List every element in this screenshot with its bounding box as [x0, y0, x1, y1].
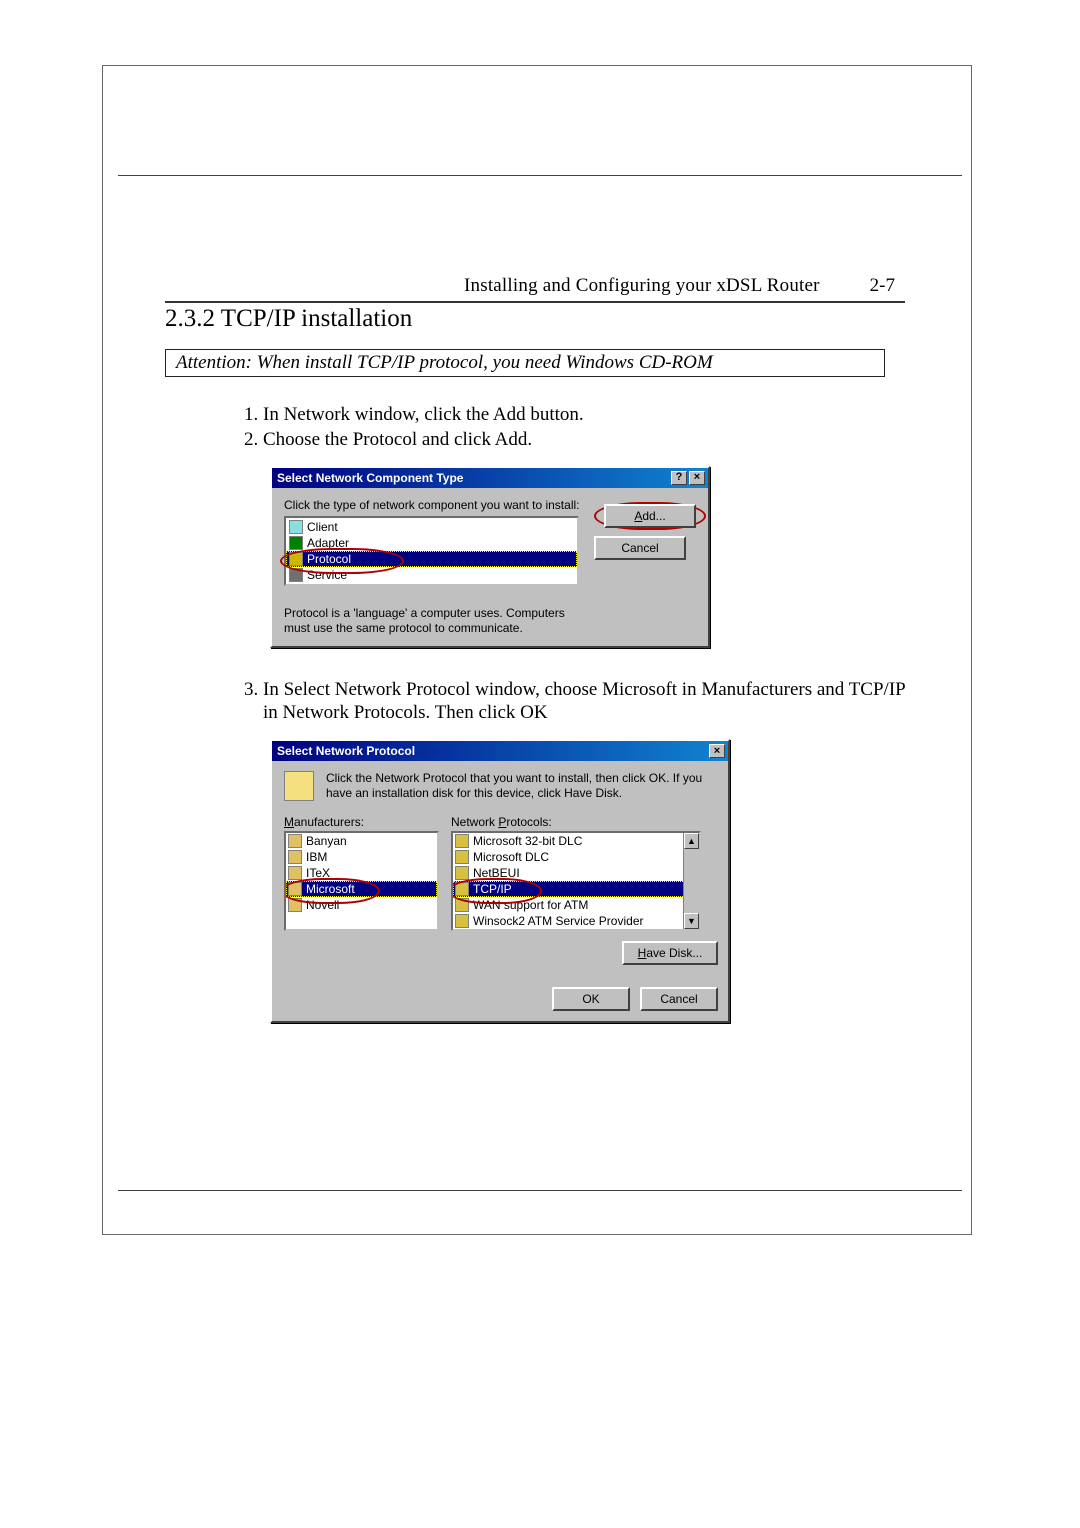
client-label: Client: [307, 520, 338, 534]
dialog2-titlebar: Select Network Protocol ×: [272, 741, 728, 761]
have-disk-button[interactable]: Have Disk...: [622, 941, 718, 965]
component-type-list[interactable]: Client Adapter Protocol: [284, 516, 579, 586]
dialog2-instruction: Click the Network Protocol that you want…: [326, 771, 718, 801]
chapter-header: Installing and Configuring your xDSL Rou…: [165, 275, 905, 297]
proto-icon: [455, 866, 469, 880]
dialog2-screenshot: Select Network Protocol × Click the Netw…: [270, 739, 905, 1023]
proto-icon: [455, 850, 469, 864]
step-list-2: In Select Network Protocol window, choos…: [235, 678, 905, 726]
mfg-icon: [288, 850, 302, 864]
dialog1-body: Click the type of network component you …: [272, 488, 708, 646]
dialog1-button-column: Add... Cancel: [594, 502, 706, 636]
bottom-rule: [118, 1190, 962, 1191]
service-label: Service: [307, 568, 347, 582]
adapter-label: Adapter: [307, 536, 349, 550]
list-item-client[interactable]: Client: [286, 519, 577, 535]
page-content: Installing and Configuring your xDSL Rou…: [165, 275, 905, 1053]
tcpip-label: TCP/IP: [473, 882, 512, 896]
proto-wanatm[interactable]: WAN support for ATM: [453, 897, 699, 913]
proto-label-a: Network: [451, 815, 498, 829]
section-rule: [165, 301, 905, 303]
network-icon: [284, 771, 314, 801]
add-btn-rest: dd...: [642, 509, 665, 523]
client-icon: [289, 520, 303, 534]
mfg-icon: [288, 898, 302, 912]
close-button[interactable]: ×: [689, 471, 705, 485]
proto-winsock[interactable]: Winsock2 ATM Service Provider: [453, 913, 699, 929]
list-item-service[interactable]: Service: [286, 567, 577, 583]
dialog2-body: Click the Network Protocol that you want…: [272, 761, 728, 1021]
proto-label-b: rotocols:: [506, 815, 551, 829]
cancel-button-2[interactable]: Cancel: [640, 987, 718, 1011]
step-2: Choose the Protocol and click Add.: [263, 428, 905, 452]
attention-box: Attention: When install TCP/IP protocol,…: [165, 349, 885, 377]
proto-icon: [455, 914, 469, 928]
select-component-type-dialog: Select Network Component Type ? × Click …: [270, 466, 710, 648]
step-list: In Network window, click the Add button.…: [235, 403, 905, 452]
proto-icon: [455, 898, 469, 912]
top-rule: [118, 175, 962, 176]
close-button-2[interactable]: ×: [709, 744, 725, 758]
dlc-label: Microsoft DLC: [473, 850, 549, 864]
protocols-scrollbar[interactable]: ▲ ▼: [683, 833, 699, 929]
mfg-itex[interactable]: ITeX: [286, 865, 437, 881]
service-icon: [289, 568, 303, 582]
mfg-novell[interactable]: Novell: [286, 897, 437, 913]
mfg-icon: [288, 882, 302, 896]
wanatm-label: WAN support for ATM: [473, 898, 588, 912]
proto-icon: [455, 834, 469, 848]
step-3: In Select Network Protocol window, choos…: [263, 678, 905, 726]
proto-netbeui[interactable]: NetBEUI: [453, 865, 699, 881]
mfg-icon: [288, 834, 302, 848]
dialog1-instruction: Click the type of network component you …: [284, 498, 584, 512]
winsock-label: Winsock2 ATM Service Provider: [473, 914, 644, 928]
list-item-adapter[interactable]: Adapter: [286, 535, 577, 551]
mfg-rest: anufacturers:: [294, 815, 364, 829]
banyan-label: Banyan: [306, 834, 347, 848]
scroll-up-button[interactable]: ▲: [684, 833, 699, 849]
help-button[interactable]: ?: [671, 471, 687, 485]
select-network-protocol-dialog: Select Network Protocol × Click the Netw…: [270, 739, 730, 1023]
step-1: In Network window, click the Add button.: [263, 403, 905, 427]
add-button-callout: Add...: [594, 502, 706, 530]
netbeui-label: NetBEUI: [473, 866, 520, 880]
proto-dlc[interactable]: Microsoft DLC: [453, 849, 699, 865]
protocols-label: Network Protocols:: [451, 815, 701, 829]
microsoft-label: Microsoft: [306, 882, 355, 896]
page-number: 2-7: [870, 275, 895, 297]
cancel-button[interactable]: Cancel: [594, 536, 686, 560]
proto-icon: [455, 882, 469, 896]
dialog1-titlebar: Select Network Component Type ? ×: [272, 468, 708, 488]
chapter-title: Installing and Configuring your xDSL Rou…: [464, 275, 820, 297]
ibm-label: IBM: [306, 850, 327, 864]
dialog1-description: Protocol is a 'language' a computer uses…: [284, 606, 584, 636]
protocol-label: Protocol: [307, 552, 351, 566]
dlc32-label: Microsoft 32-bit DLC: [473, 834, 582, 848]
manufacturers-label: Manufacturers:: [284, 815, 439, 829]
ok-button[interactable]: OK: [552, 987, 630, 1011]
mfg-banyan[interactable]: Banyan: [286, 833, 437, 849]
mfg-icon: [288, 866, 302, 880]
mfg-accel: M: [284, 815, 294, 829]
dialog1-screenshot: Select Network Component Type ? × Click …: [270, 466, 905, 648]
section-title: 2.3.2 TCP/IP installation: [165, 305, 905, 333]
mfg-microsoft[interactable]: Microsoft: [286, 881, 437, 897]
novell-label: Novell: [306, 898, 339, 912]
adapter-icon: [289, 536, 303, 550]
protocol-icon: [289, 552, 303, 566]
itex-label: ITeX: [306, 866, 330, 880]
proto-tcpip[interactable]: TCP/IP: [453, 881, 699, 897]
have-disk-rest: ave Disk...: [646, 946, 702, 960]
manufacturers-list[interactable]: Banyan IBM ITeX Microsoft Novell: [284, 831, 439, 931]
add-button[interactable]: Add...: [604, 504, 696, 528]
scroll-down-button[interactable]: ▼: [684, 913, 699, 929]
protocols-list[interactable]: Microsoft 32-bit DLC Microsoft DLC NetBE…: [451, 831, 701, 931]
dialog2-title: Select Network Protocol: [277, 744, 707, 758]
proto-dlc32[interactable]: Microsoft 32-bit DLC: [453, 833, 699, 849]
dialog1-title: Select Network Component Type: [277, 471, 669, 485]
mfg-ibm[interactable]: IBM: [286, 849, 437, 865]
list-item-protocol[interactable]: Protocol: [286, 551, 577, 567]
